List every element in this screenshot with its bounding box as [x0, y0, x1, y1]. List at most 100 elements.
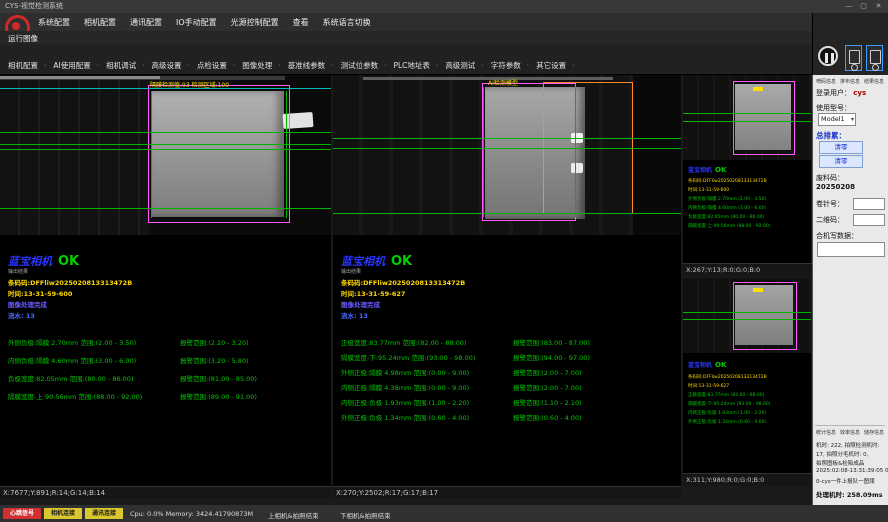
- upper-camera-button[interactable]: [845, 45, 862, 71]
- roi-outline-magenta: [733, 81, 795, 155]
- measurement-text: 负极宽度:82.05mm (80.00 - 86.00): [688, 214, 764, 220]
- panel-tab[interactable]: 结果信息: [864, 78, 884, 85]
- close-icon[interactable]: ✕: [871, 0, 886, 13]
- stats-tab[interactable]: 储存信息: [864, 429, 884, 436]
- guide-line-green: [0, 208, 331, 209]
- camera-result-title: 蓝宝相机: [341, 253, 385, 269]
- camera-view-thumb-top: 蓝宝相机 OK 条码码:DFFliw2025020813313472B 时间:1…: [683, 75, 811, 276]
- menu-system-config[interactable]: 系统配置: [38, 17, 70, 28]
- guide-line-green: [575, 87, 576, 217]
- measurement-row: 负极宽度:82.05mm 范围:(80.00 - 86.00) 报警范围:(81…: [8, 373, 257, 383]
- guide-line-green: [0, 132, 331, 133]
- result-ok-badge: OK: [715, 166, 726, 174]
- barcode-text: 条码码:DFFliw2025020813313472B: [688, 178, 767, 184]
- tb-baseline-params[interactable]: 基准线参数: [288, 60, 334, 71]
- menu-camera-config[interactable]: 相机配置: [84, 17, 116, 28]
- reel-pin-input[interactable]: [853, 198, 885, 210]
- measurement-text: 外侧正极:隔膜 4.98mm 范围:(0.00 - 9.00): [341, 367, 513, 377]
- maximize-icon[interactable]: ▢: [856, 0, 871, 13]
- stats-tab[interactable]: 统计信息: [816, 429, 836, 436]
- tb-plc-address-table[interactable]: PLC地址表: [393, 60, 438, 71]
- machine-write-input[interactable]: [817, 242, 885, 257]
- tb-ai-config[interactable]: AI使用配置: [53, 60, 99, 71]
- qrcode-input[interactable]: [853, 214, 885, 226]
- pause-button[interactable]: [818, 46, 838, 66]
- guide-line-green: [333, 148, 681, 149]
- guide-line-green: [483, 87, 484, 217]
- barcode-text: 条码码:DFFliw2025020813313472B: [341, 277, 465, 287]
- measurement-row: 外侧负极:隔膜 2.70mm 范围:(2.00 - 3.50) 报警范围:(2.…: [8, 337, 249, 347]
- tb-image-processing[interactable]: 图像处理: [242, 60, 280, 71]
- measurement-row: 内侧正极:隔膜 4.38mm 范围:(0.00 - 9.00) 报警范围:(2.…: [341, 382, 582, 392]
- camera-image-left[interactable]: 隔膜检测值:93 检测区域:100: [0, 75, 331, 235]
- menu-comm-config[interactable]: 通讯配置: [130, 17, 162, 28]
- menu-view[interactable]: 查看: [293, 17, 309, 28]
- side-panel: 喷码信息 排布信息 结果信息 登录用户： cys 使用型号： Model1 总排…: [812, 75, 888, 505]
- image-shape: [0, 76, 160, 79]
- measurement-row: 正极宽度:83.77mm 范围:(82.00 - 88.00) 报警范围:(83…: [341, 337, 590, 347]
- tb-advanced-settings[interactable]: 高级设置: [152, 60, 190, 71]
- tb-other-settings[interactable]: 其它设置: [536, 60, 574, 71]
- tb-camera-config[interactable]: 相机配置: [8, 60, 46, 71]
- warn-range-text: 报警范围:(3.20 - 5.80): [180, 355, 249, 365]
- result-ok-badge: OK: [715, 361, 726, 369]
- measurement-text: 外侧正极:负极 1.34mm 范围:(0.60 - 4.00): [341, 412, 513, 422]
- reset-count-button-1[interactable]: 清零: [819, 141, 863, 154]
- warn-range-text: 报警范围:(94.00 - 97.00): [513, 352, 590, 362]
- tb-advanced-test[interactable]: 高级测试: [445, 60, 483, 71]
- measurement-row: 内侧正极:负极 1.93mm 范围:(1.00 - 2.20) 报警范围:(1.…: [341, 397, 582, 407]
- statusbar: 心跳信号 相机连接 通讯连接 Cpu: 0.0% Memory: 3424.41…: [0, 505, 888, 522]
- overlay-mark: [753, 288, 763, 292]
- model-label: 使用型号：: [816, 103, 851, 113]
- tab-run-image[interactable]: 运行图像: [8, 33, 38, 44]
- measurement-text: 隔膜宽度-上:90.56mm (88.00 - 92.00): [688, 223, 770, 229]
- tb-spot-check[interactable]: 点检设置: [197, 60, 235, 71]
- measurement-row: 隔膜宽度-上:90.56mm 范围:(88.00 - 92.00) 报警范围:(…: [8, 391, 257, 401]
- guide-line-green: [683, 319, 811, 320]
- camera-link-indicator: 相机连接: [44, 508, 82, 519]
- measurement-text: 外侧负极:隔膜 2.70mm (2.00 - 3.50): [688, 196, 766, 202]
- warn-range-text: 报警范围:(2.00 - 7.00): [513, 367, 582, 377]
- result-line: 蓝宝相机 OK: [8, 253, 79, 269]
- comm-link-indicator: 通讯连接: [85, 508, 123, 519]
- measurement-text: 负极宽度:82.05mm 范围:(80.00 - 86.00): [8, 373, 180, 383]
- time-text: 时间:13-31-59-600: [8, 288, 72, 298]
- pause-icon: [831, 53, 834, 63]
- model-select[interactable]: Model1: [818, 113, 856, 126]
- panel-tab[interactable]: 排布信息: [840, 78, 860, 85]
- measurement-row: 隔膜宽度-下:95.24mm 范围:(93.00 - 98.00) 报警范围:(…: [341, 352, 590, 362]
- guide-line-green: [683, 113, 811, 114]
- warn-range-text: 报警范围:(1.10 - 2.10): [513, 397, 582, 407]
- menu-language-switch[interactable]: 系统语言切换: [323, 17, 371, 28]
- warn-range-text: 报警范围:(2.00 - 7.00): [513, 382, 582, 392]
- app-logo-icon-dot: [12, 22, 20, 30]
- batch-row: 废料码：: [816, 173, 844, 183]
- measurement-text: 外侧正极:负极 1.34mm (0.60 - 4.00): [688, 419, 766, 425]
- batch-label: 废料码：: [816, 174, 844, 182]
- process-time-text: 处理机时: 258.09ms: [816, 489, 883, 499]
- camera-view-left: 隔膜检测值:93 检测区域:100 蓝宝相机 OK 输出结果 条码码:DFFli…: [0, 75, 331, 486]
- camera-image-mid[interactable]: AI检测模型: [333, 75, 681, 235]
- camera-image-thumb-top[interactable]: [683, 75, 811, 160]
- menu-io-manual-config[interactable]: IO手动配置: [176, 17, 217, 28]
- image-shape: [633, 75, 681, 235]
- roi-outline-magenta: [733, 282, 797, 350]
- upper-camera-status: 上相机&拍照结束: [268, 510, 319, 520]
- reset-count-button-2[interactable]: 清零: [819, 155, 863, 168]
- result-line: 蓝宝相机 OK: [688, 165, 726, 174]
- tb-test-position-params[interactable]: 测试位参数: [341, 60, 387, 71]
- guide-line-green: [683, 312, 811, 313]
- tb-char-params[interactable]: 字符参数: [491, 60, 529, 71]
- menu-light-control-config[interactable]: 光源控制配置: [231, 17, 279, 28]
- stats-tab[interactable]: 效率信息: [840, 429, 860, 436]
- camera-image-thumb-bottom[interactable]: [683, 278, 811, 353]
- lower-camera-button[interactable]: [866, 45, 883, 71]
- pixel-coords-thumb-bottom: X:311;Y:980;R:0;G:0;B:0: [683, 473, 814, 486]
- window-controls: — ▢ ✕: [841, 0, 886, 13]
- warn-range-text: 报警范围:(2.20 - 3.20): [180, 337, 249, 347]
- tb-camera-debug[interactable]: 相机调试: [106, 60, 144, 71]
- panel-tab[interactable]: 喷码信息: [816, 78, 836, 85]
- minimize-icon[interactable]: —: [841, 0, 856, 13]
- pause-icon: [825, 53, 828, 63]
- guide-line-green: [0, 149, 331, 150]
